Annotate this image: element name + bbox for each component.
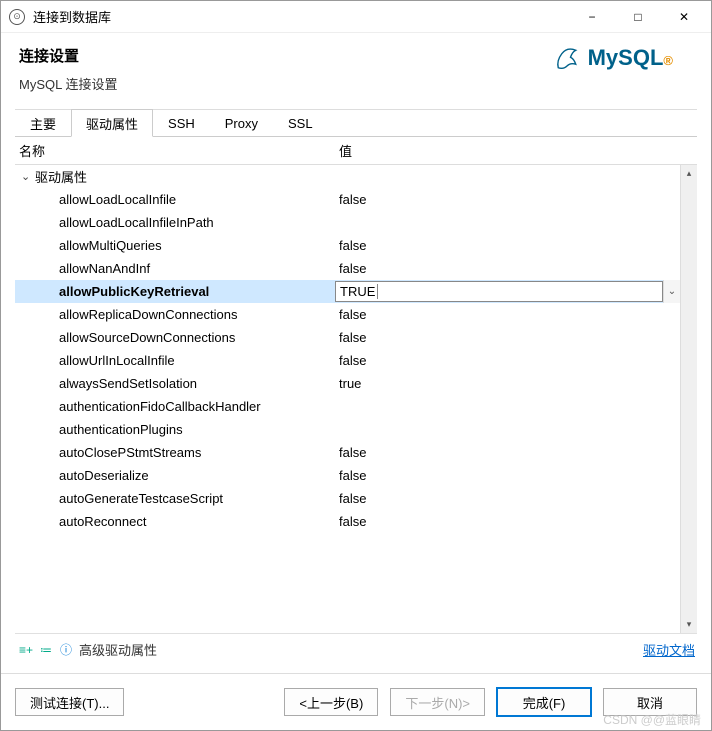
maximize-button[interactable]: □ [615, 2, 661, 32]
property-row[interactable]: allowNanAndInffalse [15, 257, 680, 280]
property-row[interactable]: allowPublicKeyRetrievalTRUE⌄ [15, 280, 680, 303]
property-row[interactable]: autoGenerateTestcaseScriptfalse [15, 487, 680, 510]
property-row[interactable]: autoDeserializefalse [15, 464, 680, 487]
property-name: allowReplicaDownConnections [15, 307, 335, 322]
property-row[interactable]: authenticationFidoCallbackHandler [15, 395, 680, 418]
property-row[interactable]: authenticationPlugins [15, 418, 680, 441]
tab-ssl[interactable]: SSL [273, 109, 328, 136]
page-subtitle: MySQL 连接设置 [19, 74, 117, 93]
property-name: allowLoadLocalInfile [15, 192, 335, 207]
property-name: allowPublicKeyRetrieval [15, 284, 335, 299]
property-value[interactable]: true [335, 376, 680, 391]
property-name: alwaysSendSetIsolation [15, 376, 335, 391]
value-dropdown-icon[interactable]: ⌄ [663, 280, 680, 303]
advanced-properties-label: 高级驱动属性 [79, 640, 157, 659]
property-value[interactable]: TRUE [335, 281, 663, 302]
page-title: 连接设置 [19, 45, 117, 66]
scroll-track[interactable] [681, 182, 697, 616]
next-button: 下一步(N)> [390, 688, 485, 716]
property-value[interactable]: false [335, 330, 680, 345]
mysql-logo: MySQL® [553, 45, 685, 73]
property-value[interactable]: false [335, 468, 680, 483]
driver-docs-link[interactable]: 驱动文档 [643, 640, 695, 659]
property-name: allowLoadLocalInfileInPath [15, 215, 335, 230]
test-connection-button[interactable]: 测试连接(T)... [15, 688, 124, 716]
property-row[interactable]: allowLoadLocalInfilefalse [15, 188, 680, 211]
cancel-button[interactable]: 取消 [603, 688, 697, 716]
property-value[interactable]: false [335, 514, 680, 529]
finish-button[interactable]: 完成(F) [497, 688, 591, 716]
window-controls: − □ ✕ [569, 2, 707, 32]
property-value[interactable]: false [335, 445, 680, 460]
property-name: autoDeserialize [15, 468, 335, 483]
titlebar: ⊙ 连接到数据库 − □ ✕ [1, 1, 711, 33]
button-bar: 测试连接(T)... <上一步(B) 下一步(N)> 完成(F) 取消 [1, 673, 711, 730]
scroll-down-arrow[interactable]: ▾ [681, 616, 697, 633]
property-name: autoGenerateTestcaseScript [15, 491, 335, 506]
close-button[interactable]: ✕ [661, 2, 707, 32]
property-name: authenticationPlugins [15, 422, 335, 437]
vertical-scrollbar[interactable]: ▴ ▾ [680, 165, 697, 633]
info-icon[interactable]: ⓘ [57, 643, 75, 657]
chevron-down-icon: ⌄ [21, 170, 35, 183]
tab-bar: 主要 驱动属性 SSH Proxy SSL [15, 109, 697, 137]
tab-main[interactable]: 主要 [15, 109, 71, 136]
property-row[interactable]: allowUrlInLocalInfilefalse [15, 349, 680, 372]
tab-proxy[interactable]: Proxy [210, 109, 273, 136]
property-name: autoReconnect [15, 514, 335, 529]
property-row[interactable]: autoClosePStmtStreamsfalse [15, 441, 680, 464]
property-row[interactable]: autoReconnectfalse [15, 510, 680, 533]
add-property-icon[interactable]: ≡+ [17, 643, 35, 657]
inline-add-icon[interactable]: ≔ [37, 643, 55, 657]
property-value[interactable]: false [335, 238, 680, 253]
property-row[interactable]: allowReplicaDownConnectionsfalse [15, 303, 680, 326]
property-value[interactable]: false [335, 261, 680, 276]
column-name-header[interactable]: 名称 [15, 141, 335, 160]
properties-footer: ≡+ ≔ ⓘ 高级驱动属性 驱动文档 [15, 633, 697, 665]
tab-driver-properties[interactable]: 驱动属性 [71, 109, 153, 137]
property-value[interactable]: false [335, 353, 680, 368]
property-value[interactable]: false [335, 307, 680, 322]
content-area: 主要 驱动属性 SSH Proxy SSL 名称 值 ⌄驱动属性allowLoa… [15, 109, 697, 665]
window-title: 连接到数据库 [33, 7, 569, 26]
column-value-header[interactable]: 值 [335, 141, 697, 160]
group-label: 驱动属性 [35, 167, 87, 186]
scroll-up-arrow[interactable]: ▴ [681, 165, 697, 182]
minimize-button[interactable]: − [569, 2, 615, 32]
property-name: autoClosePStmtStreams [15, 445, 335, 460]
property-name: authenticationFidoCallbackHandler [15, 399, 335, 414]
property-name: allowMultiQueries [15, 238, 335, 253]
property-name: allowUrlInLocalInfile [15, 353, 335, 368]
property-row[interactable]: allowLoadLocalInfileInPath [15, 211, 680, 234]
property-value[interactable]: false [335, 491, 680, 506]
tab-ssh[interactable]: SSH [153, 109, 210, 136]
property-row[interactable]: alwaysSendSetIsolationtrue [15, 372, 680, 395]
back-button[interactable]: <上一步(B) [284, 688, 378, 716]
dialog-header: 连接设置 MySQL 连接设置 MySQL® [1, 33, 711, 103]
table-header: 名称 值 [15, 137, 697, 165]
group-driver-properties[interactable]: ⌄驱动属性 [15, 165, 680, 188]
property-name: allowSourceDownConnections [15, 330, 335, 345]
property-row[interactable]: allowSourceDownConnectionsfalse [15, 326, 680, 349]
property-row[interactable]: allowMultiQueriesfalse [15, 234, 680, 257]
properties-tree: ⌄驱动属性allowLoadLocalInfilefalseallowLoadL… [15, 165, 697, 633]
property-name: allowNanAndInf [15, 261, 335, 276]
dolphin-icon [553, 45, 581, 73]
property-value[interactable]: false [335, 192, 680, 207]
app-icon: ⊙ [9, 9, 25, 25]
